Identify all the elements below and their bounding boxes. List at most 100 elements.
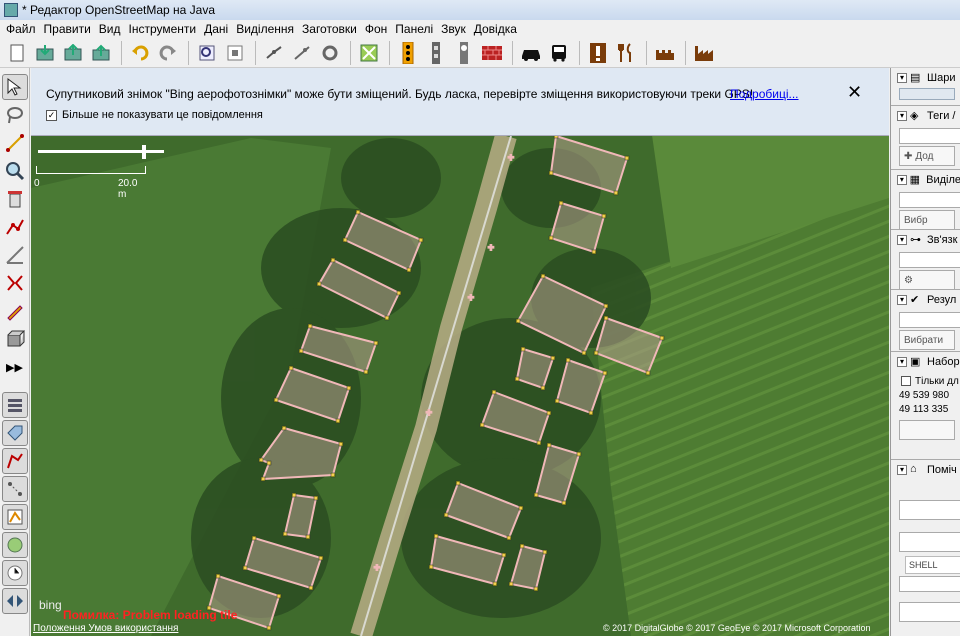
way-node[interactable] (428, 564, 434, 570)
improve-way-icon[interactable] (2, 214, 28, 240)
parallel-way-icon[interactable] (2, 242, 28, 268)
preset-factory-icon[interactable] (691, 40, 717, 66)
way-node[interactable] (355, 209, 361, 215)
way-node[interactable] (550, 355, 556, 361)
virtual-node-marker[interactable]: + (425, 407, 433, 420)
minimize-icon[interactable]: ▾ (897, 235, 907, 245)
extrude-mode-icon[interactable] (2, 270, 28, 296)
way-node[interactable] (479, 422, 485, 428)
way-node[interactable] (624, 155, 630, 161)
way-node[interactable] (542, 549, 548, 555)
way-node[interactable] (593, 350, 599, 356)
way-node[interactable] (242, 565, 248, 571)
new-file-icon[interactable] (4, 40, 30, 66)
way-node[interactable] (346, 385, 352, 391)
way-node[interactable] (291, 492, 297, 498)
way-node[interactable] (540, 385, 546, 391)
history-field[interactable] (899, 602, 960, 622)
changeset-select-button[interactable] (899, 420, 955, 440)
paste-tags-icon[interactable] (356, 40, 382, 66)
history-field[interactable] (899, 532, 960, 552)
way-node[interactable] (603, 303, 609, 309)
way-node[interactable] (330, 472, 336, 478)
menu-file[interactable]: Файл (2, 22, 40, 36)
menu-help[interactable]: Довідка (470, 22, 521, 36)
preset-wall-icon[interactable] (479, 40, 505, 66)
minimize-icon[interactable]: ▾ (897, 295, 907, 305)
lasso-mode-icon[interactable] (2, 102, 28, 128)
way-node[interactable] (492, 581, 498, 587)
select-results-button[interactable]: Вибрати (899, 330, 955, 350)
notice-details-link[interactable]: Подробиці... (730, 87, 799, 101)
open-file-icon[interactable] (32, 40, 58, 66)
virtual-node-marker[interactable]: + (467, 292, 475, 305)
way-node[interactable] (645, 370, 651, 376)
way-node[interactable] (258, 457, 264, 463)
preset-street-lamp-icon[interactable] (423, 40, 449, 66)
building-tool-icon[interactable] (2, 326, 28, 352)
way-node[interactable] (342, 237, 348, 243)
toggle-changesets-icon[interactable] (1, 532, 28, 558)
way-node[interactable] (514, 376, 520, 382)
way-node[interactable] (602, 370, 608, 376)
way-node[interactable] (520, 346, 526, 352)
select-mode-icon[interactable] (1, 74, 28, 100)
way-node[interactable] (308, 585, 314, 591)
way-node[interactable] (554, 398, 560, 404)
way-node[interactable] (316, 281, 322, 287)
way-node[interactable] (536, 440, 542, 446)
menu-edit[interactable]: Правити (40, 22, 95, 36)
way-node[interactable] (455, 480, 461, 486)
dont-show-again-checkbox[interactable]: ✓ Більше не показувати це повідомлення (46, 109, 263, 121)
way-node[interactable] (515, 318, 521, 324)
way-node[interactable] (418, 237, 424, 243)
minimize-icon[interactable]: ▾ (897, 73, 907, 83)
minimize-icon[interactable]: ▾ (897, 465, 907, 475)
menu-tools[interactable]: Інструменти (124, 22, 200, 36)
way-node[interactable] (338, 441, 344, 447)
relations-list[interactable] (899, 252, 960, 268)
upload-icon[interactable] (88, 40, 114, 66)
virtual-node-marker[interactable]: + (507, 152, 515, 165)
minimize-icon[interactable]: ▾ (897, 357, 907, 367)
toggle-history-icon[interactable] (1, 560, 28, 586)
draw-mode-icon[interactable] (2, 130, 28, 156)
way-node[interactable] (518, 505, 524, 511)
preset-restaurant-icon[interactable] (613, 40, 639, 66)
way-node[interactable] (506, 535, 512, 541)
way-node[interactable] (601, 213, 607, 219)
only-selected-checkbox[interactable]: Тільки дл (891, 372, 960, 390)
menu-imagery[interactable]: Фон (361, 22, 391, 36)
map-view[interactable]: + + + + + Супутниковий знімок "Bing аерофото… (31, 68, 889, 636)
preset-parking-meter-icon[interactable] (451, 40, 477, 66)
way-node[interactable] (260, 476, 266, 482)
menu-selection[interactable]: Виділення (232, 22, 298, 36)
menu-windows[interactable]: Панелі (391, 22, 437, 36)
toggle-map-paint-icon[interactable] (1, 588, 28, 614)
menu-data[interactable]: Дані (200, 22, 232, 36)
way-node[interactable] (533, 586, 539, 592)
way-node[interactable] (335, 418, 341, 424)
zoom-slider-handle[interactable] (142, 145, 146, 159)
preset-car-icon[interactable] (518, 40, 544, 66)
way-node[interactable] (363, 369, 369, 375)
tags-table[interactable] (899, 128, 960, 144)
way-node[interactable] (406, 267, 412, 273)
checkbox-box[interactable]: ✓ (46, 109, 57, 121)
way-node[interactable] (613, 190, 619, 196)
save-icon[interactable] (60, 40, 86, 66)
combine-way-icon[interactable] (289, 40, 315, 66)
zoom-to-data-icon[interactable] (222, 40, 248, 66)
way-node[interactable] (561, 500, 567, 506)
menu-audio[interactable]: Звук (437, 22, 470, 36)
preset-traffic-signal-icon[interactable] (395, 40, 421, 66)
preferences-icon[interactable] (194, 40, 220, 66)
toggle-selection-icon[interactable] (1, 448, 28, 474)
way-node[interactable] (384, 315, 390, 321)
selection-list[interactable] (899, 192, 960, 208)
preset-castle-icon[interactable] (652, 40, 678, 66)
menu-view[interactable]: Вид (95, 22, 125, 36)
menu-presets[interactable]: Заготовки (298, 22, 361, 36)
preset-warning-icon[interactable] (585, 40, 611, 66)
results-list[interactable] (899, 312, 960, 328)
